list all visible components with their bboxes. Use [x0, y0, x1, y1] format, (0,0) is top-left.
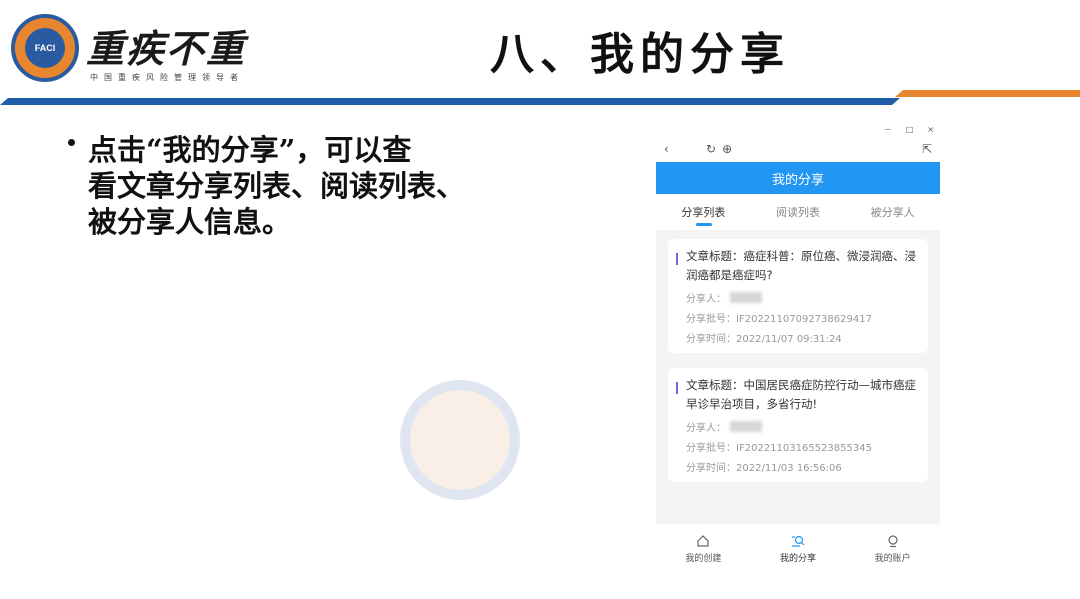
phone-screenshot: － □ × ‹ ↻ ⊕ ⇱ 我的分享 分享列表 阅读列表 被分享人 文章标题：癌… — [656, 122, 940, 574]
card-accent — [676, 382, 678, 394]
sharer-name-redacted — [730, 421, 762, 432]
slide-title: 八、我的分享 — [490, 29, 790, 80]
back-icon[interactable]: ‹ — [664, 142, 682, 156]
close-icon[interactable]: × — [927, 125, 934, 134]
globe-icon[interactable]: ⊕ — [722, 142, 732, 156]
window-controls: － □ × — [656, 122, 940, 136]
share-icon[interactable]: ⇱ — [922, 142, 932, 156]
nav-my-account[interactable]: 我的账户 — [845, 524, 940, 574]
share-card[interactable]: 文章标题：中国居民癌症防控行动—城市癌症早诊早治项目，多省行动! 分享人： 分享… — [668, 368, 928, 482]
brand-subtitle: 中国重疾风险管理领导者 — [90, 73, 244, 82]
card-batch: 分享批号：IF20221103165523855345 — [686, 443, 872, 454]
tab-read-list[interactable]: 阅读列表 — [751, 204, 846, 220]
brand-name: 重疾不重 — [86, 26, 247, 71]
watermark-logo — [400, 380, 520, 500]
bullet-line-3: 被分享人信息。 — [88, 205, 292, 239]
home-icon — [697, 535, 709, 547]
app-title: 我的分享 — [656, 162, 940, 194]
card-time: 分享时间：2022/11/07 09:31:24 — [686, 334, 842, 345]
share-list-icon — [792, 535, 805, 547]
tab-recipients[interactable]: 被分享人 — [845, 204, 940, 220]
bullet-line-2: 看文章分享列表、阅读列表、 — [88, 169, 466, 203]
card-title: 文章标题：癌症科普：原位癌、微浸润癌、浸润癌都是癌症吗? — [686, 249, 916, 282]
tab-bar: 分享列表 阅读列表 被分享人 — [656, 194, 940, 230]
bottom-nav: 我的创建 我的分享 我的账户 — [656, 524, 940, 574]
brand-logo: FACI — [11, 14, 79, 82]
maximize-icon[interactable]: □ — [906, 125, 914, 134]
account-icon — [888, 535, 898, 548]
header-divider-orange — [895, 90, 1080, 97]
nav-my-creations[interactable]: 我的创建 — [656, 524, 751, 574]
refresh-icon[interactable]: ↻ — [706, 142, 716, 156]
bullet-line-1: 点击“我的分享”，可以查 — [88, 133, 412, 167]
sharer-name-redacted — [730, 292, 762, 303]
minimize-icon[interactable]: － — [884, 124, 892, 135]
card-time: 分享时间：2022/11/03 16:56:06 — [686, 463, 842, 474]
card-sharer: 分享人： — [686, 419, 920, 434]
card-sharer: 分享人： — [686, 290, 920, 305]
browser-navbar: ‹ ↻ ⊕ ⇱ — [656, 136, 940, 162]
logo-text: FACI — [25, 28, 65, 68]
nav-my-shares[interactable]: 我的分享 — [751, 524, 846, 574]
card-accent — [676, 253, 678, 265]
share-card[interactable]: 文章标题：癌症科普：原位癌、微浸润癌、浸润癌都是癌症吗? 分享人： 分享批号：I… — [668, 239, 928, 353]
card-title: 文章标题：中国居民癌症防控行动—城市癌症早诊早治项目，多省行动! — [686, 378, 916, 411]
header-divider-blue — [0, 98, 900, 105]
bullet-text: 点击“我的分享”，可以查 看文章分享列表、阅读列表、 被分享人信息。 — [66, 132, 506, 240]
card-batch: 分享批号：IF20221107092738629417 — [686, 314, 872, 325]
tab-share-list[interactable]: 分享列表 — [656, 204, 751, 220]
active-tab-indicator — [696, 223, 712, 226]
